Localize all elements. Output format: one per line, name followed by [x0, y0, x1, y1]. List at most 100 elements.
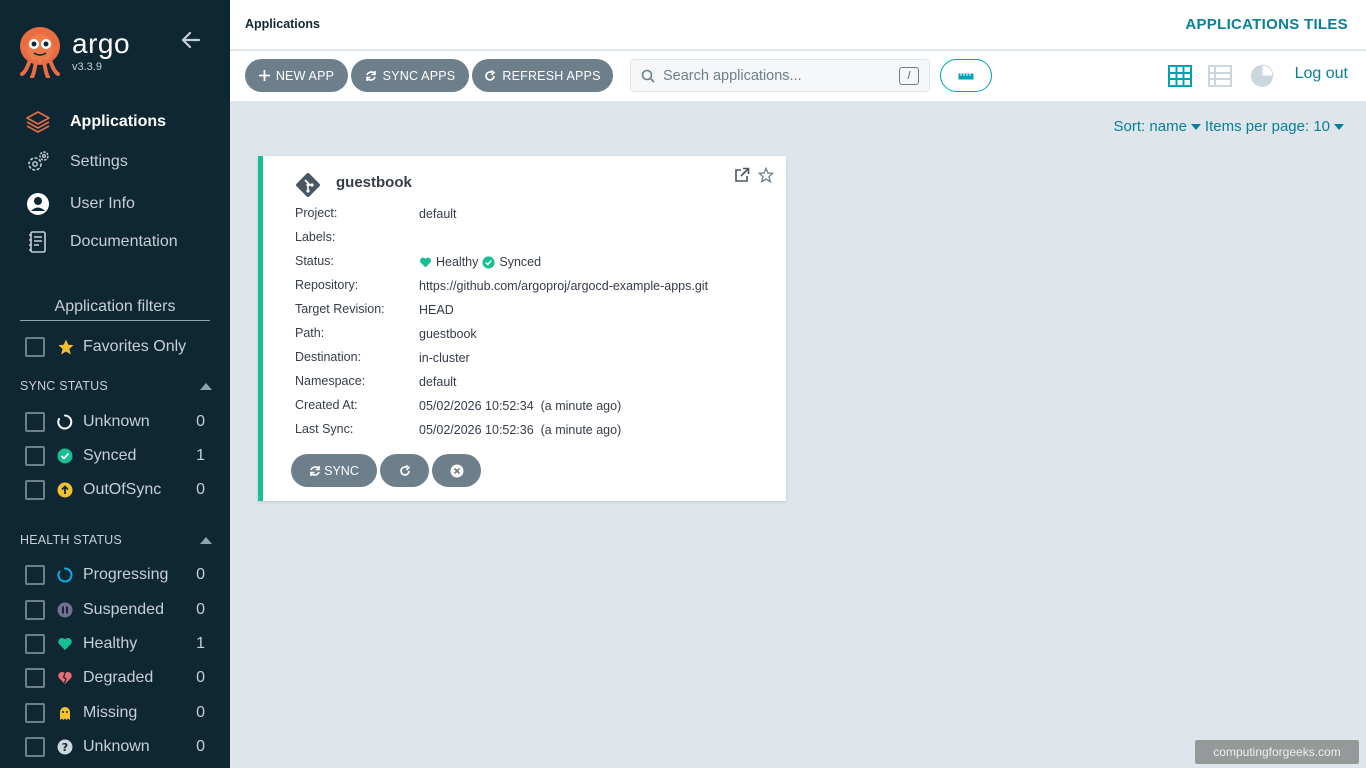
svg-text:?: ? — [62, 741, 68, 754]
application-tile[interactable]: guestbook Project: default Labels: Statu… — [258, 156, 786, 501]
filter-toggle-button[interactable] — [940, 59, 992, 92]
sort-label: Sort: name — [1113, 118, 1187, 135]
ruler-icon — [958, 73, 974, 79]
field-value: HEAD — [419, 303, 454, 317]
star-icon — [57, 338, 75, 356]
list-view-icon[interactable] — [1207, 63, 1233, 89]
search-icon — [641, 69, 655, 83]
health-status-title: HEALTH STATUS — [20, 533, 122, 547]
new-app-button[interactable]: NEW APP — [245, 59, 348, 92]
filter-checkbox[interactable] — [25, 446, 45, 466]
favorites-label: Favorites Only — [83, 338, 187, 355]
heart-icon — [57, 636, 73, 652]
refresh-apps-label: REFRESH APPS — [502, 68, 601, 83]
field-value: https://github.com/argoproj/argocd-examp… — [419, 279, 709, 293]
app-name[interactable]: guestbook — [336, 174, 412, 191]
field-key: Repository: — [295, 278, 359, 292]
filter-sync-outofsync[interactable]: OutOfSync 0 — [25, 479, 205, 501]
filter-label: Missing — [83, 704, 138, 721]
refresh-apps-button[interactable]: REFRESH APPS — [472, 59, 613, 92]
filter-sync-unknown[interactable]: Unknown 0 — [25, 411, 205, 433]
collapse-caret-icon[interactable] — [200, 536, 212, 544]
filter-checkbox[interactable] — [25, 412, 45, 432]
breadcrumb[interactable]: Applications — [245, 17, 320, 31]
toolbar: NEW APP SYNC APPS REFRESH APPS Search ap… — [230, 51, 1366, 101]
sort-dropdown[interactable]: Sort: name — [1114, 118, 1205, 135]
filter-count: 0 — [196, 481, 205, 498]
logout-link[interactable]: Log out — [1295, 65, 1348, 83]
filter-label: Suspended — [83, 601, 164, 618]
heart-icon — [420, 257, 431, 267]
field-value: 05/02/2026 10:52:36 (a minute ago) — [419, 423, 622, 437]
field-value: default — [419, 207, 457, 221]
filter-count: 0 — [196, 601, 205, 618]
filter-health-missing[interactable]: Missing 0 — [25, 702, 205, 724]
git-icon — [296, 173, 320, 197]
filter-checkbox[interactable] — [25, 565, 45, 585]
field-project: Project: default — [295, 206, 457, 222]
field-status: Status: Healthy Synced — [295, 254, 541, 270]
nav-label: Applications — [70, 113, 167, 130]
sync-icon — [310, 465, 320, 476]
new-app-label: NEW APP — [275, 68, 335, 83]
application-filters-title: Application filters — [20, 298, 210, 321]
watermark: computingforgeeks.com — [1195, 740, 1359, 764]
plus-icon — [258, 70, 270, 81]
filter-health-healthy[interactable]: Healthy 1 — [25, 633, 205, 655]
search-box[interactable]: Search applications... / — [630, 59, 930, 92]
filter-health-degraded[interactable]: Degraded 0 — [25, 667, 205, 689]
field-key: Created At: — [295, 398, 358, 412]
field-path: Path: guestbook — [295, 326, 477, 342]
external-link-icon[interactable] — [734, 167, 750, 183]
favorites-only-filter[interactable]: Favorites Only — [25, 335, 186, 359]
sync-status-header[interactable]: SYNC STATUS — [20, 379, 212, 393]
filter-count: 0 — [196, 738, 205, 755]
arrow-up-circle-icon — [57, 482, 73, 498]
field-value: guestbook — [419, 327, 477, 341]
filter-health-unknown[interactable]: ? Unknown 0 — [25, 736, 205, 758]
sidebar: argo v3.3.9 Applications Settings User I… — [0, 0, 230, 768]
field-key: Last Sync: — [295, 422, 354, 436]
sync-status-title: SYNC STATUS — [20, 379, 108, 393]
sync-apps-button[interactable]: SYNC APPS — [351, 59, 469, 92]
nav-user-info[interactable]: User Info — [24, 189, 214, 219]
book-icon — [24, 228, 52, 256]
filter-sync-synced[interactable]: Synced 1 — [25, 445, 205, 467]
filter-checkbox[interactable] — [25, 737, 45, 757]
progress-circle-icon — [57, 567, 73, 583]
filter-count: 0 — [196, 669, 205, 686]
filter-checkbox[interactable] — [25, 480, 45, 500]
collapse-caret-icon[interactable] — [200, 382, 212, 390]
filter-health-suspended[interactable]: Suspended 0 — [25, 599, 205, 621]
tiles-view-icon[interactable] — [1167, 63, 1193, 89]
sync-label: SYNC — [324, 463, 359, 478]
filter-health-progressing[interactable]: Progressing 0 — [25, 564, 205, 586]
filter-label: Unknown — [83, 738, 150, 755]
filter-checkbox[interactable] — [25, 668, 45, 688]
favorite-star-icon[interactable] — [758, 167, 774, 183]
times-circle-icon — [450, 464, 463, 477]
health-status-header[interactable]: HEALTH STATUS — [20, 533, 212, 547]
items-per-page-dropdown[interactable]: Items per page: 10 — [1205, 118, 1348, 135]
filter-count: 0 — [196, 704, 205, 721]
field-target-revision: Target Revision: HEAD — [295, 302, 454, 318]
app-delete-button[interactable] — [432, 454, 481, 487]
nav-applications[interactable]: Applications — [24, 107, 214, 137]
filter-checkbox[interactable] — [25, 703, 45, 723]
nav-settings[interactable]: Settings — [24, 147, 214, 177]
nav-documentation[interactable]: Documentation — [24, 227, 214, 257]
filter-checkbox[interactable] — [25, 600, 45, 620]
field-repository: Repository: https://github.com/argoproj/… — [295, 278, 708, 294]
sync-apps-label: SYNC APPS — [382, 68, 456, 83]
app-refresh-button[interactable] — [380, 454, 429, 487]
field-last-sync: Last Sync: 05/02/2026 10:52:36 (a minute… — [295, 422, 621, 438]
collapse-sidebar-arrow-icon[interactable] — [179, 29, 201, 51]
search-input[interactable]: Search applications... — [663, 68, 899, 84]
filter-checkbox[interactable] — [25, 634, 45, 654]
chevron-down-icon — [1334, 123, 1344, 130]
pie-chart-view-icon[interactable] — [1249, 63, 1275, 89]
circle-notch-icon — [57, 414, 73, 430]
filter-label: Degraded — [83, 669, 154, 686]
favorites-checkbox[interactable] — [25, 337, 45, 357]
app-sync-button[interactable]: SYNC — [291, 454, 377, 487]
